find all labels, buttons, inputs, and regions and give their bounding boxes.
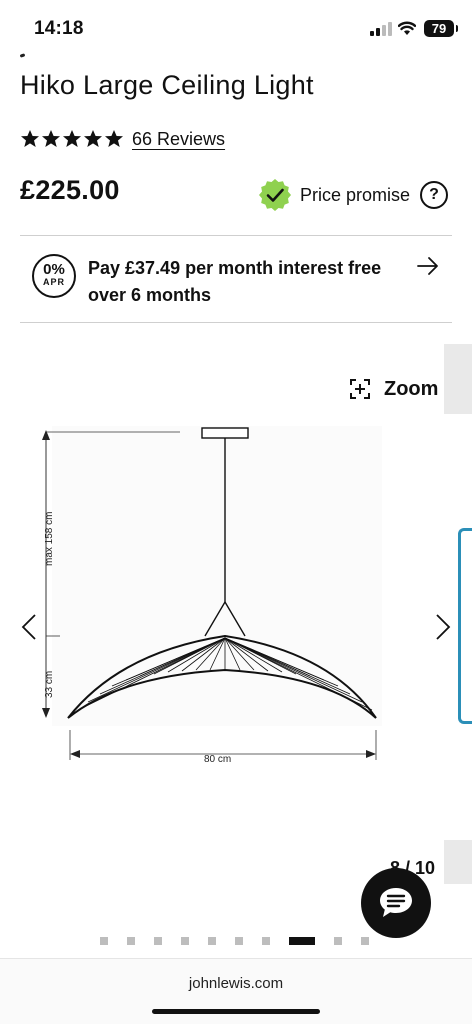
apr-badge: 0% APR — [32, 254, 76, 298]
divider — [20, 322, 452, 323]
star-icon — [21, 130, 39, 147]
shade-height-label: 33 cm — [44, 671, 55, 698]
next-image-peek — [444, 344, 472, 414]
product-dimension-diagram[interactable]: max 158 cm 33 cm 80 cm — [30, 426, 390, 776]
url-domain[interactable]: johnlewis.com — [0, 975, 472, 992]
battery-indicator: 79 — [424, 20, 458, 37]
star-rating — [20, 129, 124, 149]
finance-text: Pay £37.49 per month interest free over … — [88, 258, 382, 305]
pagination-dot[interactable] — [208, 937, 216, 945]
pagination-dot-active[interactable] — [289, 937, 315, 945]
status-bar: 14:18 79 — [0, 0, 472, 56]
price-promise-label: Price promise — [300, 184, 411, 205]
status-time: 14:18 — [34, 18, 84, 39]
home-indicator[interactable] — [152, 1009, 320, 1014]
pagination-dot[interactable] — [334, 937, 342, 945]
star-icon — [105, 130, 123, 147]
pagination-dot[interactable] — [154, 937, 162, 945]
chevron-right-icon[interactable] — [432, 612, 454, 642]
apr-label: APR — [42, 277, 65, 287]
price-promise[interactable]: Price promise ? — [258, 178, 449, 212]
zoom-icon — [350, 379, 370, 399]
height-label: max 158 cm — [44, 512, 55, 566]
finance-offer[interactable]: 0% APR Pay £37.49 per month interest fre… — [20, 236, 452, 322]
pagination-dot[interactable] — [181, 937, 189, 945]
apr-percent: 0% — [43, 261, 65, 278]
star-icon — [84, 130, 102, 147]
pagination-dot[interactable] — [100, 937, 108, 945]
zoom-label: Zoom — [384, 377, 439, 400]
pagination-dots[interactable] — [100, 936, 388, 946]
pagination-dot[interactable] — [235, 937, 243, 945]
browser-footer: johnlewis.com — [0, 958, 472, 1024]
pagination-dot[interactable] — [361, 937, 369, 945]
product-title: Hiko Large Ceiling Light — [20, 70, 314, 100]
next-image-peek — [444, 840, 472, 884]
pagination-dot[interactable] — [127, 937, 135, 945]
help-icon[interactable]: ? — [420, 181, 449, 209]
width-label: 80 cm — [204, 754, 231, 765]
arrow-right-icon — [417, 257, 438, 275]
zoom-button[interactable]: Zoom — [348, 376, 438, 402]
pagination-dot[interactable] — [262, 937, 270, 945]
scroll-fragment — [19, 53, 26, 58]
reviews-link[interactable]: 66 Reviews — [132, 129, 225, 150]
signal-icon — [370, 22, 392, 36]
product-price: £225.00 — [20, 175, 120, 205]
checkmark-badge-icon — [259, 179, 291, 211]
next-thumbnail[interactable] — [458, 528, 472, 724]
chat-icon — [380, 888, 412, 917]
image-gallery[interactable]: Zoom max 158 cm 33 cm 80 cm 8 / 10 — [0, 340, 472, 960]
chat-button[interactable] — [361, 868, 431, 938]
star-icon — [42, 130, 60, 147]
product-rating[interactable]: 66 Reviews — [20, 127, 225, 151]
star-icon — [63, 130, 81, 147]
wifi-icon — [398, 21, 416, 35]
